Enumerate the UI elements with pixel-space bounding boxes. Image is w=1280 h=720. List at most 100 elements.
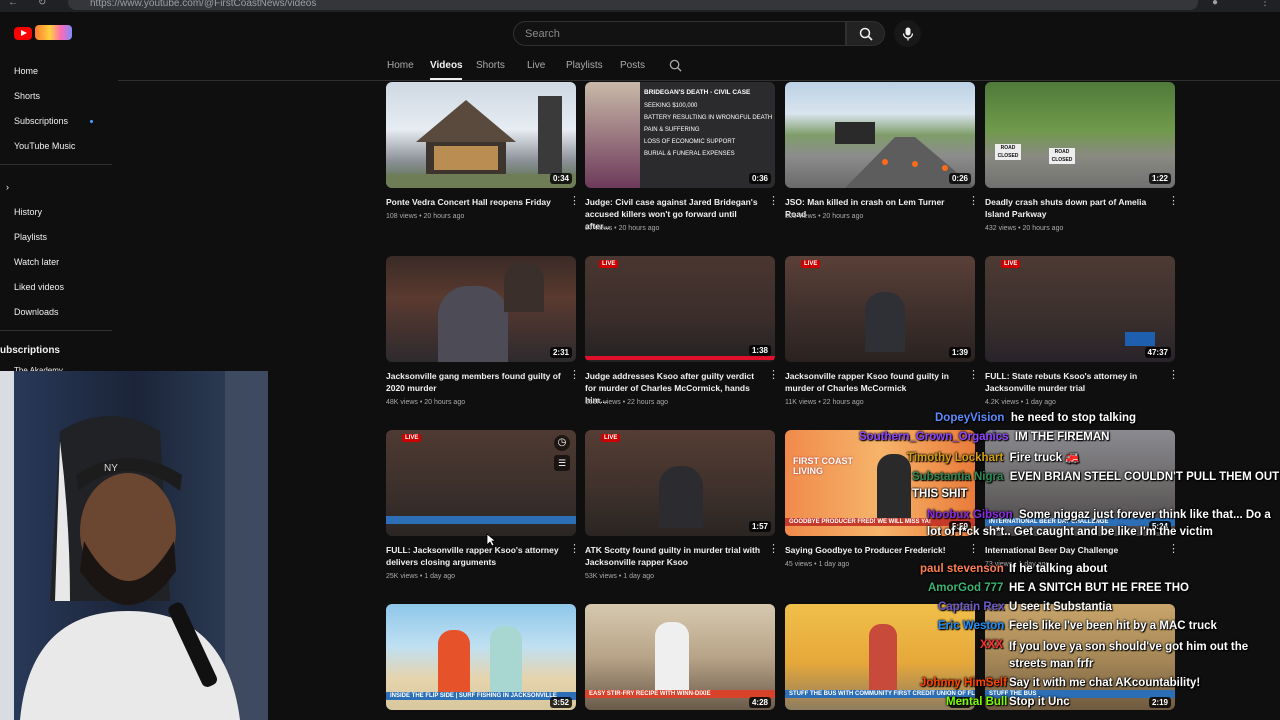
thumb-line: PAIN & SUFFERING [644, 127, 700, 133]
sidebar-divider [0, 164, 112, 165]
chat-message: Timothy Lockhart Fire truck 🚒 [907, 450, 1080, 464]
view-count: 53K views [585, 573, 617, 580]
channel-search-icon[interactable] [669, 59, 682, 72]
video-meta: 165K views • 22 hours ago [585, 399, 669, 406]
more-options-icon[interactable]: ⋮ [1168, 196, 1179, 207]
video-thumbnail[interactable]: INSIDE THE FLIP SIDE | SURF FISHING IN J… [386, 604, 576, 710]
tab-posts[interactable]: Posts [620, 60, 645, 71]
person-figure [869, 624, 897, 694]
chat-message: Stop it Unc [1009, 696, 1070, 708]
video-thumbnail[interactable]: LIVE ◷ ☰ [386, 430, 576, 536]
sidebar-item-shorts[interactable]: Shorts [14, 91, 40, 101]
watch-later-icon[interactable]: ◷ [554, 435, 570, 451]
chat-text: HE A SNITCH BUT HE FREE THO [1009, 582, 1189, 594]
more-options-icon[interactable]: ⋮ [768, 544, 779, 555]
tab-live[interactable]: Live [527, 60, 545, 71]
youtube-logo[interactable] [14, 25, 72, 41]
search-button[interactable] [846, 21, 885, 46]
live-badge: LIVE [601, 434, 621, 442]
video-title[interactable]: ATK Scotty found guilty in murder trial … [585, 544, 763, 568]
more-options-icon[interactable]: ⋮ [1168, 370, 1179, 381]
video-title[interactable]: Deadly crash shuts down part of Amelia I… [985, 196, 1163, 220]
duration-badge: 4:28 [748, 697, 771, 708]
duration-badge: 47:37 [1144, 347, 1171, 358]
chat-message: Noobux Gibson Some niggaz just forever t… [927, 507, 1280, 541]
video-meta: 108 views • 20 hours ago [386, 213, 465, 220]
sidebar-item-playlists[interactable]: Playlists [14, 232, 47, 242]
video-title[interactable]: International Beer Day Challenge [985, 544, 1163, 556]
video-thumbnail[interactable]: EASY STIR-FRY RECIPE WITH WINN-DIXIE 4:2… [585, 604, 775, 710]
sidebar-item-home[interactable]: Home [14, 66, 38, 76]
sidebar-item-subscriptions[interactable]: Subscriptions [14, 116, 68, 126]
tab-home[interactable]: Home [387, 60, 414, 71]
mouse-cursor-icon [486, 533, 496, 547]
view-count: 432 views [985, 225, 1017, 232]
upload-age: 1 day ago [818, 561, 850, 568]
video-title[interactable]: FULL: Jacksonville rapper Ksoo's attorne… [386, 544, 564, 568]
sidebar-item-youtube-music[interactable]: YouTube Music [14, 141, 75, 151]
chat-message: Eric Weston [938, 620, 1004, 632]
streamer-webcam: NY [0, 371, 268, 720]
upload-age: 1 day ago [623, 573, 654, 580]
chat-message: If he talking about [1009, 563, 1107, 575]
menu-icon[interactable]: ⋮ [1260, 0, 1270, 8]
search-input[interactable] [514, 22, 845, 45]
lower-third-text: EASY STIR-FRY RECIPE WITH WINN-DIXIE [585, 690, 775, 698]
video-thumbnail[interactable]: LIVE 1:38 [585, 256, 775, 362]
video-thumbnail[interactable]: 0:26 [785, 82, 975, 188]
video-thumbnail[interactable]: LIVE 1:57 [585, 430, 775, 536]
more-options-icon[interactable]: ⋮ [1168, 544, 1179, 555]
chat-username: Southern_Grown_Organics [859, 431, 1009, 443]
tab-shorts[interactable]: Shorts [476, 60, 505, 71]
extensions-icon[interactable]: ● [1212, 0, 1218, 8]
video-title[interactable]: Jacksonville rapper Ksoo found guilty in… [785, 370, 963, 394]
more-options-icon[interactable]: ⋮ [569, 196, 580, 207]
more-options-icon[interactable]: ⋮ [569, 370, 580, 381]
chat-message: XXX [980, 639, 1003, 651]
video-title[interactable]: Jacksonville gang members found guilty o… [386, 370, 564, 394]
lower-third-text: INSIDE THE FLIP SIDE | SURF FISHING IN J… [386, 692, 576, 700]
duration-badge: 3:52 [549, 697, 572, 708]
chevron-right-icon[interactable]: › [6, 182, 9, 192]
video-meta: 87 views • 20 hours ago [585, 225, 660, 232]
chat-message: paul stevenson [920, 563, 1004, 575]
chat-message: Southern_Grown_Organics IM THE FIREMAN [859, 431, 1109, 443]
video-thumbnail[interactable]: 0:34 [386, 82, 576, 188]
sidebar-item-history[interactable]: History [14, 207, 42, 217]
more-options-icon[interactable]: ⋮ [768, 370, 779, 381]
voice-search-button[interactable] [894, 20, 921, 47]
more-options-icon[interactable]: ⋮ [569, 544, 580, 555]
road-closed-sign: ROAD CLOSED [1049, 148, 1075, 164]
reload-icon[interactable]: ↻ [38, 0, 46, 8]
chat-username: Mental Bull [946, 696, 1008, 708]
video-thumbnail[interactable]: LIVE 1:39 [785, 256, 975, 362]
thumb-line: LOSS OF ECONOMIC SUPPORT [644, 139, 736, 145]
live-badge: LIVE [599, 260, 619, 268]
video-title[interactable]: Saying Goodbye to Producer Frederick! [785, 544, 963, 556]
more-options-icon[interactable]: ⋮ [968, 544, 979, 555]
search-icon [859, 27, 873, 41]
address-bar[interactable]: https://www.youtube.com/@FirstCoastNews/… [68, 0, 1198, 10]
sidebar-item-watch-later[interactable]: Watch later [14, 257, 59, 267]
add-to-queue-icon[interactable]: ☰ [554, 455, 570, 471]
video-thumbnail[interactable]: 2:31 [386, 256, 576, 362]
view-count: 45 views [785, 561, 813, 568]
video-title[interactable]: Ponte Vedra Concert Hall reopens Friday [386, 196, 564, 208]
tab-videos[interactable]: Videos [430, 60, 463, 71]
more-options-icon[interactable]: ⋮ [768, 196, 779, 207]
video-thumbnail[interactable]: BRIDEGAN'S DEATH - CIVIL CASE SEEKING $1… [585, 82, 775, 188]
back-icon[interactable]: ← [8, 0, 18, 8]
video-thumbnail[interactable]: ROAD CLOSED ROAD CLOSED 1:22 [985, 82, 1175, 188]
more-options-icon[interactable]: ⋮ [968, 370, 979, 381]
sidebar-item-downloads[interactable]: Downloads [14, 307, 59, 317]
view-count: 165K views [585, 399, 621, 406]
more-options-icon[interactable]: ⋮ [968, 196, 979, 207]
video-thumbnail[interactable]: LIVE 47:37 [985, 256, 1175, 362]
play-icon [14, 27, 32, 40]
sidebar-item-liked-videos[interactable]: Liked videos [14, 282, 64, 292]
video-title[interactable]: FULL: State rebuts Ksoo's attorney in Ja… [985, 370, 1163, 394]
tab-playlists[interactable]: Playlists [566, 60, 603, 71]
chat-message: Johnny HimSelf [920, 677, 1007, 689]
chat-username: Substantia Nigra [912, 471, 1004, 483]
browser-toolbar: ← ↻ https://www.youtube.com/@FirstCoastN… [0, 0, 1280, 12]
